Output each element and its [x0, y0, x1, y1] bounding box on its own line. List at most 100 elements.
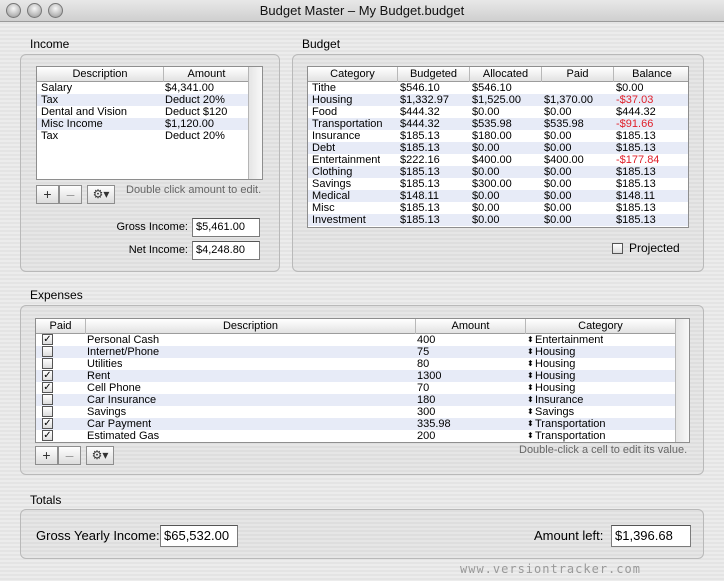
income-action-gear-icon[interactable]: ⚙▾	[87, 185, 115, 204]
expense-description-cell[interactable]: Car Payment	[87, 418, 151, 430]
budget-category-cell[interactable]: Housing	[312, 94, 352, 106]
budget-category-cell[interactable]: Investment	[312, 214, 366, 226]
budget-row[interactable]: Housing $1,332.97 $1,525.00 $1,370.00 -$37.0…	[308, 94, 688, 106]
expense-category-popup[interactable]: Housing	[535, 358, 575, 370]
budget-row[interactable]: Insurance $185.13 $180.00 $0.00 $185.13	[308, 130, 688, 142]
budget-balance-cell[interactable]: $0.00	[616, 82, 644, 94]
expenses-action-gear-icon[interactable]: ⚙▾	[86, 446, 114, 465]
expense-amount-cell[interactable]: 400	[417, 334, 435, 346]
budget-category-cell[interactable]: Medical	[312, 190, 350, 202]
expense-category-popup[interactable]: Housing	[535, 346, 575, 358]
budget-paid-cell[interactable]: $1,370.00	[544, 94, 593, 106]
budget-balance-cell[interactable]: $444.32	[616, 106, 656, 118]
expense-paid-checkbox[interactable]: ✓	[42, 370, 53, 381]
expense-description-cell[interactable]: Internet/Phone	[87, 346, 159, 358]
budget-balance-cell[interactable]: $148.11	[616, 190, 655, 202]
budget-allocated-cell[interactable]: $180.00	[472, 130, 512, 142]
expense-description-cell[interactable]: Cell Phone	[87, 382, 141, 394]
budget-paid-cell[interactable]: $535.98	[544, 118, 584, 130]
budget-paid-cell[interactable]: $0.00	[544, 178, 572, 190]
budget-allocated-cell[interactable]: $0.00	[472, 190, 500, 202]
category-popup-icon[interactable]: ⬍	[527, 406, 534, 418]
category-popup-icon[interactable]: ⬍	[527, 334, 534, 346]
expenses-remove-button[interactable]: –	[58, 446, 81, 465]
budget-allocated-cell[interactable]: $1,525.00	[472, 94, 521, 106]
budget-allocated-cell[interactable]: $535.98	[472, 118, 512, 130]
income-description-cell[interactable]: Misc Income	[41, 118, 103, 130]
budget-category-cell[interactable]: Savings	[312, 178, 351, 190]
income-remove-button[interactable]: –	[59, 185, 82, 204]
expenses-col-paid[interactable]: Paid	[36, 319, 86, 334]
budget-paid-cell[interactable]: $0.00	[544, 202, 572, 214]
budget-balance-cell[interactable]: $185.13	[616, 202, 656, 214]
budget-paid-cell[interactable]: $0.00	[544, 142, 572, 154]
budget-balance-cell[interactable]: $185.13	[616, 142, 656, 154]
income-col-description[interactable]: Description	[37, 67, 164, 82]
budget-allocated-cell[interactable]: $300.00	[472, 178, 512, 190]
budget-allocated-cell[interactable]: $0.00	[472, 214, 500, 226]
budget-balance-cell[interactable]: -$91.66	[616, 118, 653, 130]
budget-allocated-cell[interactable]: $546.10	[472, 82, 512, 94]
budget-col-category[interactable]: Category	[308, 67, 398, 82]
expense-row[interactable]: ✓ Cell Phone 70 ⬍ Housing	[36, 382, 676, 394]
net-income-field[interactable]: $4,248.80	[192, 241, 260, 260]
category-popup-icon[interactable]: ⬍	[527, 346, 534, 358]
income-amount-cell[interactable]: Deduct $120	[165, 106, 227, 118]
projected-label[interactable]: Projected	[629, 241, 680, 255]
budget-category-cell[interactable]: Insurance	[312, 130, 360, 142]
expense-amount-cell[interactable]: 1300	[417, 370, 441, 382]
budget-row[interactable]: Food $444.32 $0.00 $0.00 $444.32	[308, 106, 688, 118]
expense-paid-checkbox[interactable]: ✓	[42, 334, 53, 345]
expense-paid-checkbox[interactable]: ✓	[42, 418, 53, 429]
budget-allocated-cell[interactable]: $0.00	[472, 106, 500, 118]
income-table[interactable]: Description Amount Salary $4,341.00 Tax Ded…	[36, 66, 263, 180]
expense-category-popup[interactable]: Insurance	[535, 394, 583, 406]
income-row[interactable]: Salary $4,341.00	[37, 82, 250, 94]
expense-description-cell[interactable]: Personal Cash	[87, 334, 159, 346]
budget-paid-cell[interactable]: $0.00	[544, 214, 572, 226]
budget-budgeted-cell[interactable]: $444.32	[400, 106, 440, 118]
income-add-button[interactable]: +	[36, 185, 59, 204]
budget-category-cell[interactable]: Debt	[312, 142, 335, 154]
budget-category-cell[interactable]: Misc	[312, 202, 335, 214]
expense-paid-checkbox[interactable]: ✓	[42, 382, 53, 393]
budget-budgeted-cell[interactable]: $185.13	[400, 142, 440, 154]
expense-row[interactable]: Savings 300 ⬍ Savings	[36, 406, 676, 418]
expense-row[interactable]: Internet/Phone 75 ⬍ Housing	[36, 346, 676, 358]
budget-category-cell[interactable]: Clothing	[312, 166, 352, 178]
budget-row[interactable]: Savings $185.13 $300.00 $0.00 $185.13	[308, 178, 688, 190]
budget-row[interactable]: Clothing $185.13 $0.00 $0.00 $185.13	[308, 166, 688, 178]
budget-row[interactable]: Medical $148.11 $0.00 $0.00 $148.11	[308, 190, 688, 202]
gross-yearly-income-field[interactable]: $65,532.00	[160, 525, 238, 547]
budget-budgeted-cell[interactable]: $185.13	[400, 214, 440, 226]
expense-description-cell[interactable]: Estimated Gas	[87, 430, 159, 442]
budget-row[interactable]: Entertainment $222.16 $400.00 $400.00 -$177.…	[308, 154, 688, 166]
expense-row[interactable]: ✓ Rent 1300 ⬍ Housing	[36, 370, 676, 382]
budget-row[interactable]: Misc $185.13 $0.00 $0.00 $185.13	[308, 202, 688, 214]
income-amount-cell[interactable]: Deduct 20%	[165, 94, 225, 106]
income-description-cell[interactable]: Tax	[41, 130, 58, 142]
expense-amount-cell[interactable]: 335.98	[417, 418, 451, 430]
expense-row[interactable]: Car Insurance 180 ⬍ Insurance	[36, 394, 676, 406]
expense-category-popup[interactable]: Transportation	[535, 430, 606, 442]
expenses-col-description[interactable]: Description	[86, 319, 416, 334]
income-col-amount[interactable]: Amount	[164, 67, 250, 82]
amount-left-field[interactable]: $1,396.68	[611, 525, 691, 547]
expense-paid-checkbox[interactable]	[42, 406, 53, 417]
expense-paid-checkbox[interactable]: ✓	[42, 430, 53, 441]
budget-row[interactable]: Transportation $444.32 $535.98 $535.98 -$91.…	[308, 118, 688, 130]
budget-budgeted-cell[interactable]: $1,332.97	[400, 94, 449, 106]
expense-paid-checkbox[interactable]	[42, 346, 53, 357]
budget-paid-cell[interactable]: $0.00	[544, 166, 572, 178]
expense-amount-cell[interactable]: 180	[417, 394, 435, 406]
expenses-col-amount[interactable]: Amount	[416, 319, 526, 334]
expense-category-popup[interactable]: Entertainment	[535, 334, 603, 346]
budget-allocated-cell[interactable]: $0.00	[472, 202, 500, 214]
expense-category-popup[interactable]: Transportation	[535, 418, 606, 430]
income-row[interactable]: Misc Income $1,120.00	[37, 118, 250, 130]
category-popup-icon[interactable]: ⬍	[527, 430, 534, 442]
budget-budgeted-cell[interactable]: $222.16	[400, 154, 440, 166]
category-popup-icon[interactable]: ⬍	[527, 382, 534, 394]
budget-balance-cell[interactable]: -$37.03	[616, 94, 653, 106]
income-row[interactable]: Tax Deduct 20%	[37, 94, 250, 106]
